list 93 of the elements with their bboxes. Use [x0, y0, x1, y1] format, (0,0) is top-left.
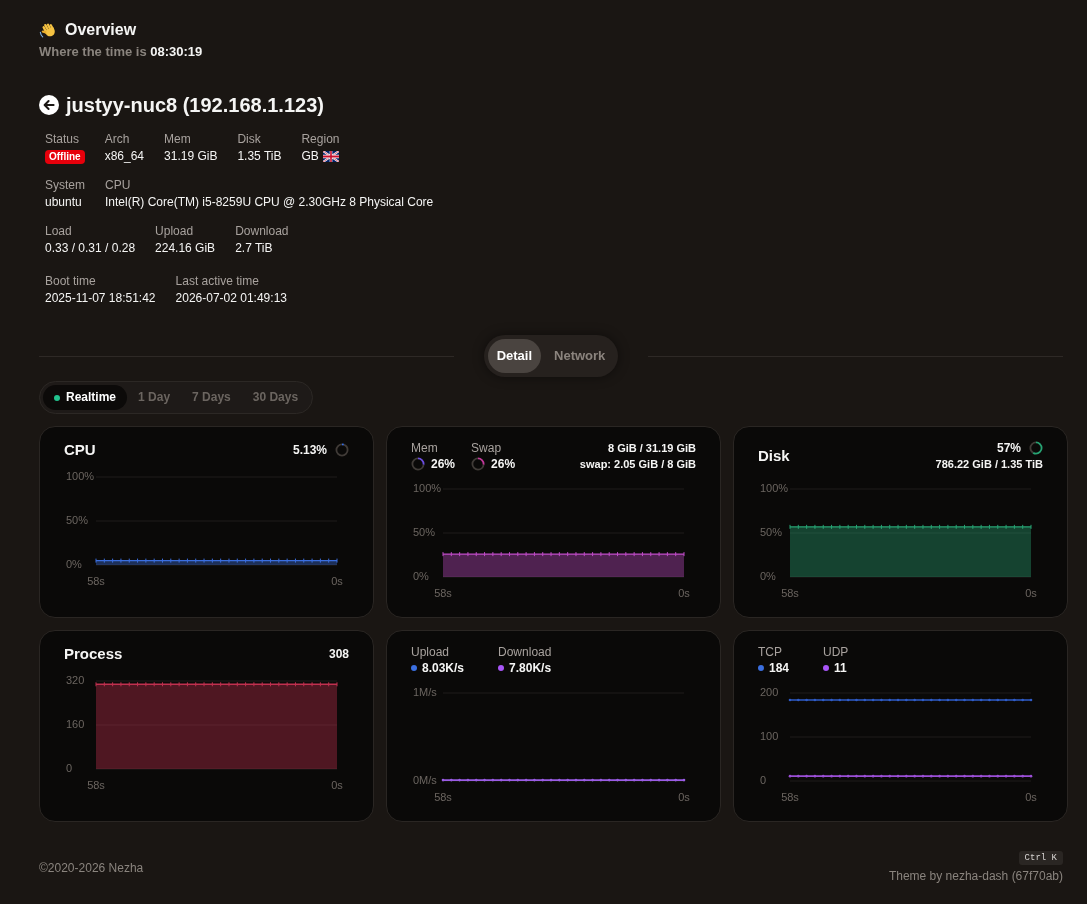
y-axis-label: 0M/s — [413, 773, 437, 786]
legend-value: 7.80K/s — [509, 660, 552, 676]
info-label: CPU — [105, 177, 131, 193]
x-axis-label: 58s — [87, 778, 105, 791]
usage-value: 57% — [996, 440, 1021, 456]
y-axis-label: 1M/s — [413, 685, 437, 698]
metric-label: Mem — [411, 440, 439, 456]
info-value: GB — [301, 148, 319, 165]
waving-hand-icon — [39, 21, 57, 39]
view-tab[interactable]: Detail — [487, 339, 542, 373]
x-axis-label: 0s — [331, 778, 343, 791]
info-label: Disk — [237, 131, 261, 147]
x-axis-label: 58s — [781, 790, 799, 803]
info-value: 2026-07-02 01:49:13 — [175, 290, 287, 307]
usage-ring-icon — [335, 443, 349, 457]
card-title: CPU — [64, 440, 96, 460]
usage-detail: swap: 2.05 GiB / 8 GiB — [579, 457, 696, 472]
y-axis-label: 100% — [413, 481, 442, 494]
y-axis-label: 0% — [413, 569, 429, 582]
y-axis-label: 100 — [760, 729, 779, 742]
y-axis-label: 50% — [413, 525, 436, 538]
info-label: Load — [45, 223, 72, 239]
metric-label: Swap — [471, 440, 503, 456]
info-label: System — [45, 177, 85, 193]
x-axis-label: 0s — [678, 790, 690, 803]
legend-label: Download — [498, 644, 552, 660]
y-axis-label: 0 — [760, 773, 767, 786]
info-label: Boot time — [45, 273, 96, 289]
y-axis-label: 0% — [66, 557, 82, 570]
flag-icon — [322, 150, 339, 162]
status-badge: Offline — [45, 150, 85, 164]
view-tab[interactable]: Network — [545, 339, 615, 373]
info-value: 224.16 GiB — [155, 240, 216, 257]
period-tab[interactable]: 30 Days — [241, 385, 310, 410]
y-axis-label: 200 — [760, 685, 779, 698]
info-label: Region — [301, 131, 340, 147]
x-axis-label: 0s — [1025, 586, 1037, 599]
x-axis-label: 0s — [1025, 790, 1037, 803]
x-axis-label: 58s — [781, 586, 799, 599]
legend-label: UDP — [823, 644, 849, 660]
info-value: 0.33 / 0.31 / 0.28 — [45, 240, 136, 257]
legend-value: 11 — [834, 660, 847, 676]
info-label: Last active time — [175, 273, 259, 289]
info-value: 1.35 TiB — [237, 148, 282, 165]
info-value: x86_64 — [104, 148, 145, 165]
period-tab[interactable]: 1 Day — [127, 385, 182, 410]
usage-ring-icon — [471, 457, 486, 471]
info-label: Mem — [164, 131, 191, 147]
usage-detail: 786.22 GiB / 1.35 TiB — [935, 457, 1043, 472]
server-name: justyy-nuc8 (192.168.1.123) — [66, 93, 324, 117]
legend-value: 184 — [769, 660, 790, 676]
usage-value: 5.13% — [292, 442, 327, 458]
current-time: 08:30:19 — [150, 44, 203, 59]
y-axis-label: 50% — [66, 513, 89, 526]
count-value: 308 — [328, 646, 349, 662]
period-tab[interactable]: Realtime — [43, 385, 128, 410]
y-axis-label: 100% — [66, 469, 95, 482]
x-axis-label: 0s — [678, 586, 690, 599]
x-axis-label: 58s — [434, 586, 452, 599]
time-label: Where the time is — [39, 44, 147, 59]
card-title: Disk — [758, 446, 790, 466]
y-axis-label: 50% — [760, 525, 783, 538]
y-axis-label: 0 — [66, 761, 73, 774]
info-label: Arch — [104, 131, 130, 147]
legend-label: Upload — [411, 644, 451, 660]
metric-value: 26% — [491, 456, 516, 472]
legend-label: TCP — [758, 644, 783, 660]
usage-detail: 8 GiB / 31.19 GiB — [607, 441, 696, 456]
y-axis-label: 0% — [760, 569, 776, 582]
y-axis-label: 100% — [760, 481, 789, 494]
x-axis-label: 58s — [434, 790, 452, 803]
theme-credit: Theme by nezha-dash (67f70ab) — [888, 868, 1063, 884]
y-axis-label: 320 — [66, 673, 85, 686]
page-title: Overview — [65, 20, 137, 40]
info-value: 31.19 GiB — [164, 148, 218, 165]
y-axis-label: 160 — [66, 717, 85, 730]
info-value: Intel(R) Core(TM) i5-8259U CPU @ 2.30GHz 8 Physical Core — [105, 194, 434, 211]
metric-value: 26% — [431, 456, 456, 472]
copyright-text: ©2020-2026 Nezha — [39, 859, 144, 876]
info-value: 2025-11-07 18:51:42 — [45, 290, 156, 307]
x-axis-label: 0s — [331, 574, 343, 587]
usage-ring-icon — [1029, 441, 1043, 455]
x-axis-label: 58s — [87, 574, 105, 587]
info-label: Download — [235, 223, 289, 239]
period-tab[interactable]: 7 Days — [181, 385, 242, 410]
info-label: Status — [45, 131, 80, 147]
shortcut-key[interactable]: Ctrl K — [1018, 851, 1063, 865]
info-label: Upload — [155, 223, 194, 239]
info-value: 2.7 TiB — [235, 240, 273, 257]
legend-value: 8.03K/s — [422, 660, 465, 676]
info-value: ubuntu — [45, 194, 82, 211]
usage-ring-icon — [411, 457, 425, 471]
card-title: Process — [64, 644, 123, 664]
